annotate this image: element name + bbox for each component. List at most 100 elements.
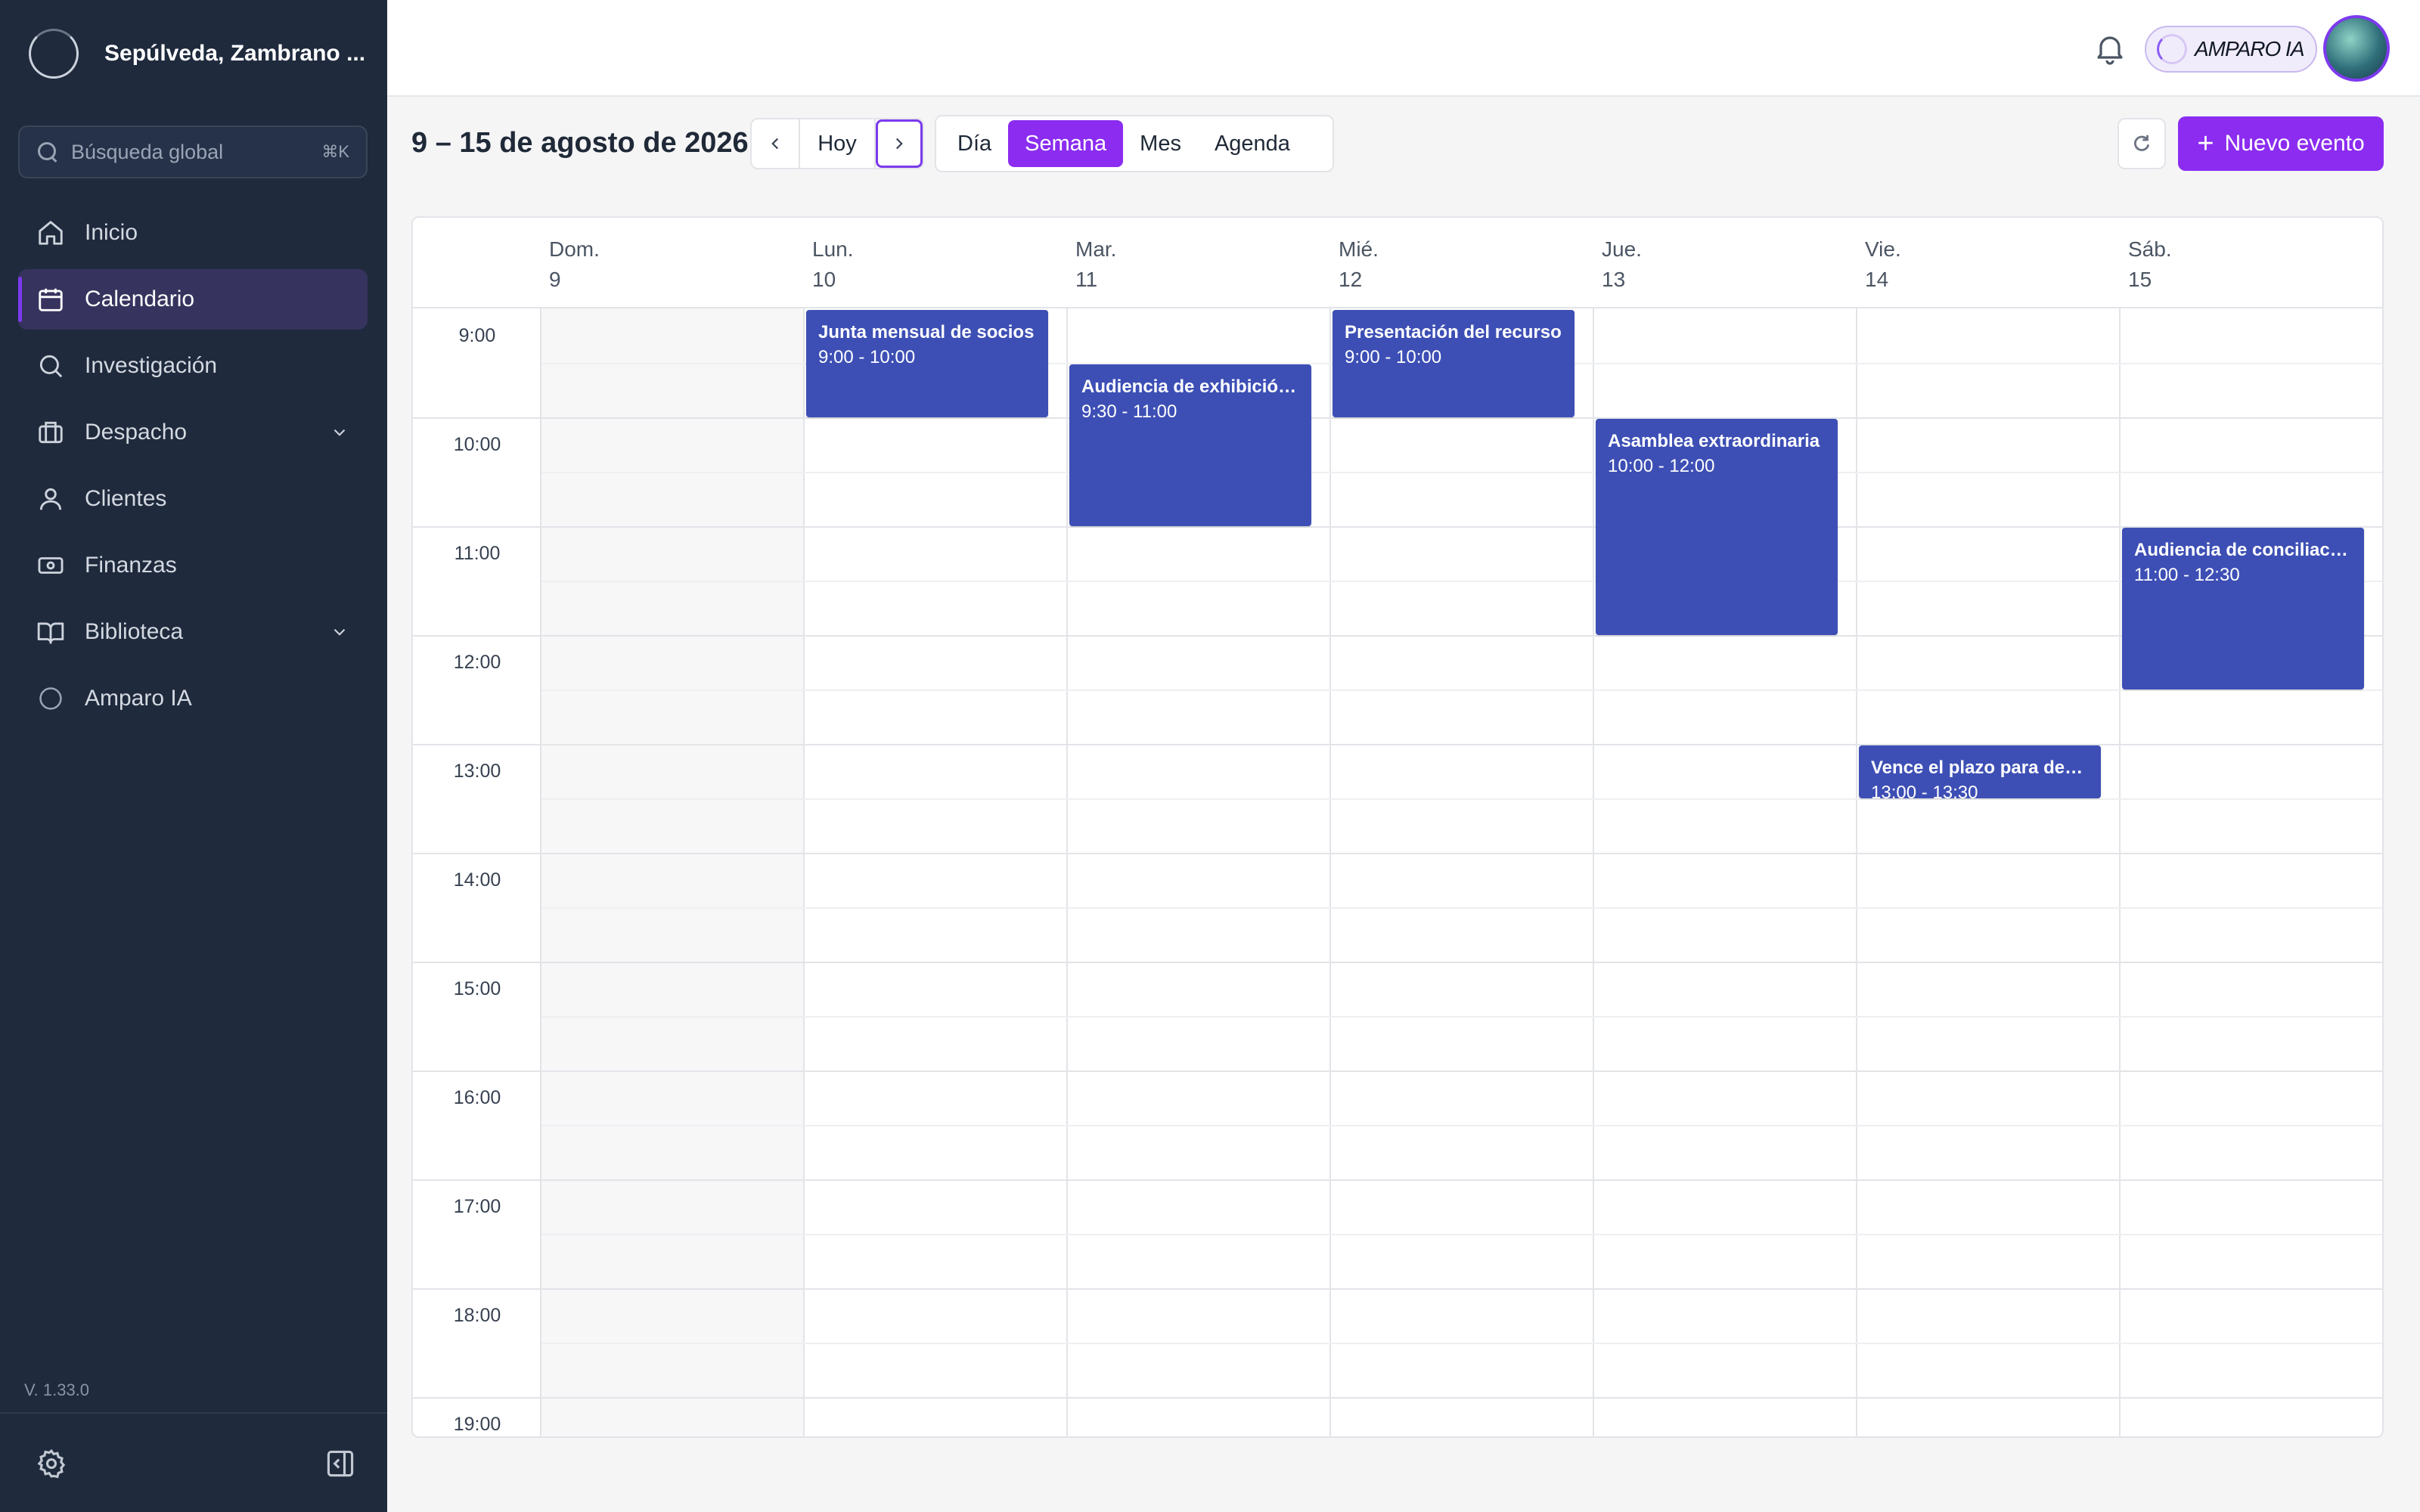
day-column[interactable] bbox=[541, 308, 805, 1436]
hour-gridline bbox=[413, 1179, 2382, 1181]
sidebar-item-label: Amparo IA bbox=[85, 686, 192, 711]
user-icon bbox=[36, 485, 65, 513]
hour-gridline bbox=[413, 526, 2382, 528]
day-header[interactable]: Vie. 14 bbox=[1865, 234, 1901, 295]
calendar-event[interactable]: Audiencia de exhibición de documentos 9:3… bbox=[1069, 364, 1311, 526]
plus-icon: + bbox=[2197, 128, 2214, 160]
event-time: 13:00 - 13:30 bbox=[1871, 782, 1978, 798]
day-header[interactable]: Dom. 9 bbox=[549, 234, 600, 295]
new-event-label: Nuevo evento bbox=[2224, 131, 2365, 156]
day-name: Mar. bbox=[1075, 237, 1117, 261]
hour-label: 14:00 bbox=[453, 869, 501, 891]
calendar-event[interactable]: Junta mensual de socios 9:00 - 10:00 bbox=[806, 310, 1048, 417]
sync-button[interactable] bbox=[2118, 118, 2166, 169]
day-column[interactable] bbox=[2121, 308, 2382, 1436]
hour-label: 10:00 bbox=[453, 434, 501, 455]
day-name: Dom. bbox=[549, 237, 600, 261]
event-time: 9:00 - 10:00 bbox=[1345, 347, 1442, 367]
sidebar-item-investigacion[interactable]: Investigación bbox=[18, 336, 368, 396]
date-range-title: 9 – 15 de agosto de 2026 bbox=[411, 127, 749, 159]
half-hour-gridline bbox=[541, 1125, 2382, 1126]
org-switcher[interactable]: Sepúlveda, Zambrano ... bbox=[29, 29, 365, 79]
day-name: Vie. bbox=[1865, 237, 1901, 261]
sidebar-item-label: Investigación bbox=[85, 353, 218, 378]
event-title: Vence el plazo para demanda bbox=[1871, 758, 2089, 778]
hour-label: 11:00 bbox=[454, 543, 501, 564]
day-name: Lun. bbox=[812, 237, 854, 261]
briefcase-icon bbox=[36, 418, 65, 447]
half-hour-gridline bbox=[541, 1016, 2382, 1018]
half-hour-gridline bbox=[541, 1234, 2382, 1235]
sidebar-item-calendario[interactable]: Calendario bbox=[18, 269, 368, 330]
hour-label: 17:00 bbox=[453, 1196, 501, 1217]
view-agenda-button[interactable]: Agenda bbox=[1198, 120, 1307, 167]
sidebar-item-label: Finanzas bbox=[85, 553, 177, 578]
user-avatar[interactable] bbox=[2323, 15, 2390, 82]
day-header[interactable]: Lun. 10 bbox=[812, 234, 854, 295]
day-name: Jue. bbox=[1602, 237, 1642, 261]
calendar-event[interactable]: Asamblea extraordinaria 10:00 - 12:00 bbox=[1596, 419, 1838, 635]
day-number: 13 bbox=[1602, 268, 1626, 291]
hour-gridline bbox=[413, 417, 2382, 419]
amparo-ia-button[interactable]: AMPARO IA bbox=[2145, 26, 2317, 73]
hour-label: 9:00 bbox=[458, 325, 496, 346]
day-header[interactable]: Sáb. 15 bbox=[2128, 234, 2172, 295]
sidebar-item-label: Despacho bbox=[85, 420, 188, 445]
hour-gridline bbox=[413, 853, 2382, 854]
search-placeholder: Búsqueda global bbox=[71, 140, 224, 163]
day-column[interactable] bbox=[1331, 308, 1594, 1436]
chevron-down-icon[interactable] bbox=[330, 423, 349, 442]
notifications-bell-icon[interactable] bbox=[2092, 30, 2128, 67]
hour-label: 16:00 bbox=[453, 1087, 501, 1108]
app-version: V. 1.33.0 bbox=[24, 1380, 90, 1399]
next-week-button[interactable] bbox=[876, 119, 923, 168]
previous-week-button[interactable] bbox=[752, 119, 799, 168]
half-hour-gridline bbox=[541, 1343, 2382, 1344]
day-column[interactable] bbox=[1857, 308, 2121, 1436]
sidebar-item-amparo-ia[interactable]: Amparo IA bbox=[18, 668, 368, 729]
view-week-button[interactable]: Semana bbox=[1008, 120, 1124, 167]
calendar-icon bbox=[36, 285, 65, 314]
sidebar-nav: Inicio Calendario Investigación Despacho bbox=[18, 203, 368, 735]
sidebar-item-despacho[interactable]: Despacho bbox=[18, 402, 368, 463]
global-search-input[interactable]: Búsqueda global ⌘K bbox=[18, 125, 368, 178]
event-title: Presentación del recurso bbox=[1345, 322, 1562, 342]
calendar-event[interactable]: Vence el plazo para demanda 13:00 - 13:30 bbox=[1859, 745, 2101, 798]
sidebar-item-finanzas[interactable]: Finanzas bbox=[18, 535, 368, 596]
day-header[interactable]: Jue. 13 bbox=[1602, 234, 1642, 295]
event-time: 11:00 - 12:30 bbox=[2134, 565, 2240, 585]
hour-label: 18:00 bbox=[453, 1305, 501, 1326]
day-number: 12 bbox=[1339, 268, 1363, 291]
sidebar-item-inicio[interactable]: Inicio bbox=[18, 203, 368, 263]
banknote-icon bbox=[36, 551, 65, 580]
day-column[interactable] bbox=[805, 308, 1068, 1436]
calendar-event[interactable]: Presentación del recurso 9:00 - 10:00 bbox=[1333, 310, 1575, 417]
new-event-button[interactable]: + Nuevo evento bbox=[2178, 116, 2384, 171]
day-header[interactable]: Mar. 11 bbox=[1075, 234, 1116, 295]
event-time: 9:00 - 10:00 bbox=[818, 347, 916, 367]
calendar-event[interactable]: Audiencia de conciliación 11:00 - 12:30 bbox=[2122, 528, 2364, 689]
collapse-sidebar-icon[interactable] bbox=[324, 1447, 357, 1480]
search-icon bbox=[36, 352, 65, 380]
day-number: 14 bbox=[1865, 268, 1889, 291]
view-month-button[interactable]: Mes bbox=[1123, 120, 1198, 167]
chevron-down-icon[interactable] bbox=[330, 622, 349, 642]
event-title: Asamblea extraordinaria bbox=[1608, 431, 1820, 451]
sidebar-item-clientes[interactable]: Clientes bbox=[18, 469, 368, 529]
day-number: 9 bbox=[549, 268, 561, 291]
sidebar-item-label: Biblioteca bbox=[85, 619, 184, 644]
today-button[interactable]: Hoy bbox=[799, 119, 876, 168]
home-icon bbox=[36, 218, 65, 247]
day-header[interactable]: Mié. 12 bbox=[1339, 234, 1379, 295]
chevron-left-icon bbox=[771, 138, 779, 150]
org-name: Sepúlveda, Zambrano ... bbox=[104, 41, 366, 66]
hour-gridline bbox=[413, 1070, 2382, 1072]
sidebar-item-biblioteca[interactable]: Biblioteca bbox=[18, 602, 368, 662]
amparo-ia-label: AMPARO IA bbox=[2195, 37, 2305, 60]
settings-gear-icon[interactable] bbox=[35, 1447, 68, 1480]
refresh-icon bbox=[2134, 135, 2150, 151]
search-icon bbox=[36, 141, 59, 163]
day-name: Sáb. bbox=[2128, 237, 2172, 261]
circle-icon bbox=[36, 684, 65, 713]
view-day-button[interactable]: Día bbox=[941, 120, 1008, 167]
